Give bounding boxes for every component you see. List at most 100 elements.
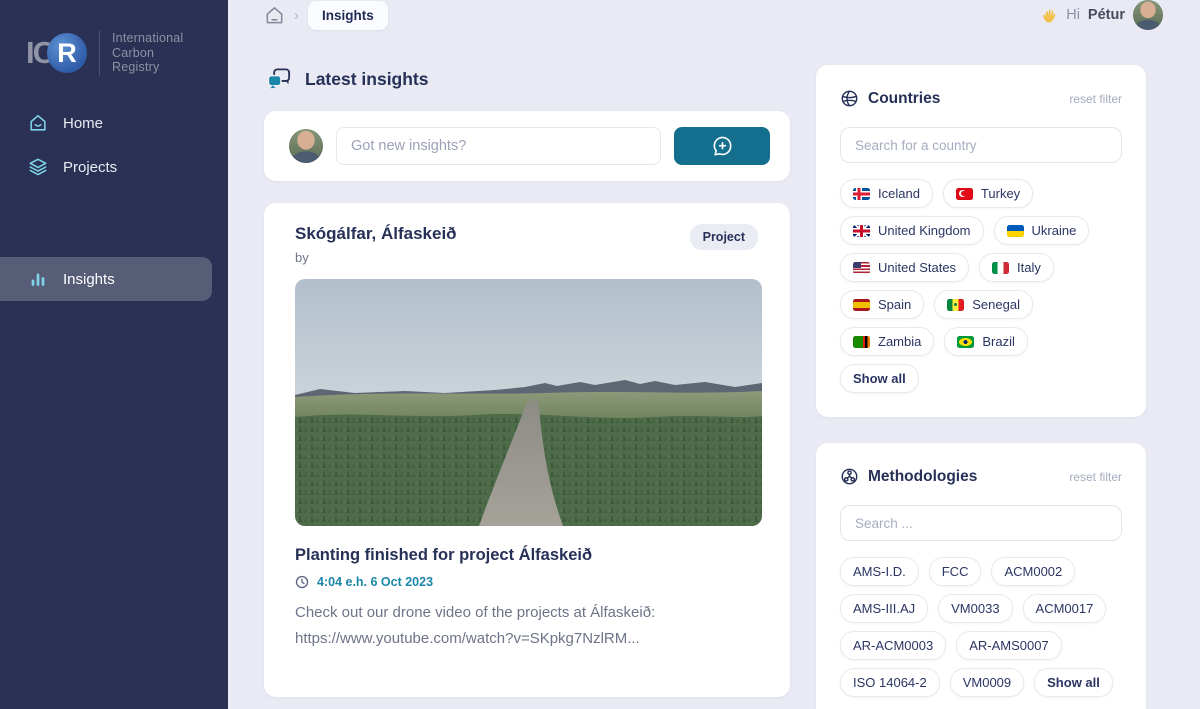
greeting-text: Hi [1066, 7, 1080, 23]
chip-label: ACM0017 [1036, 601, 1094, 616]
sidebar-item-label: Home [63, 115, 103, 132]
country-chip-ua[interactable]: Ukraine [994, 216, 1090, 245]
post-body-line1: Check out our drone video of the project… [295, 604, 655, 621]
methodologies-show-all-button[interactable]: Show all [1034, 668, 1113, 697]
methodology-chip[interactable]: AR-AMS0007 [956, 631, 1061, 660]
icr-logo-mark: IC R [26, 33, 87, 73]
chip-label: Brazil [982, 334, 1015, 349]
methodology-chip[interactable]: AMS-I.D. [840, 557, 919, 586]
post-insight-button[interactable] [674, 127, 770, 165]
content: Latest insights Skógálfa [264, 30, 1200, 709]
methodologies-panel: Methodologies reset filter AMS-I.D. FCC AC… [816, 443, 1146, 709]
flag-gb-icon [853, 225, 870, 237]
post-byline: by [295, 250, 457, 265]
methodology-chip[interactable]: AMS-III.AJ [840, 594, 928, 623]
country-search-input[interactable] [840, 127, 1122, 163]
chip-label: Turkey [981, 186, 1020, 201]
country-chip-zm[interactable]: Zambia [840, 327, 934, 356]
clock-icon [295, 575, 309, 589]
chip-label: FCC [942, 564, 969, 579]
flag-sn-icon [947, 299, 964, 311]
sidebar-item-label: Projects [63, 159, 117, 176]
countries-reset-filter[interactable]: reset filter [1069, 92, 1122, 106]
chip-label: AR-ACM0003 [853, 638, 933, 653]
topbar: › Insights Hi Pétur [264, 0, 1200, 30]
flag-it-icon [992, 262, 1009, 274]
methodology-chip[interactable]: FCC [929, 557, 982, 586]
user-avatar[interactable] [1133, 0, 1163, 30]
chip-label: VM0033 [951, 601, 999, 616]
flag-ua-icon [1007, 225, 1024, 237]
methodology-chip[interactable]: ACM0002 [991, 557, 1075, 586]
methodologies-reset-filter[interactable]: reset filter [1069, 470, 1122, 484]
methodologies-title: Methodologies [868, 468, 977, 486]
drone-landscape-image [295, 279, 762, 526]
chip-label: Italy [1017, 260, 1041, 275]
countries-header: Countries reset filter [840, 89, 1122, 108]
post-type-badge: Project [690, 224, 758, 250]
icr-logo[interactable]: IC R International Carbon Registry [0, 0, 228, 76]
filters-column: Countries reset filter Iceland Turkey Unit… [816, 30, 1146, 709]
new-insight-input[interactable] [336, 127, 661, 165]
sidebar-item-label: Insights [63, 271, 115, 288]
post-timestamp: 4:04 e.h. 6 Oct 2023 [317, 575, 433, 589]
app-root: IC R International Carbon Registry Home [0, 0, 1200, 709]
chip-label: Zambia [878, 334, 921, 349]
sidebar: IC R International Carbon Registry Home [0, 0, 228, 709]
section-header: Latest insights [266, 67, 790, 91]
chevron-right-icon: › [294, 7, 299, 24]
countries-show-all-button[interactable]: Show all [840, 364, 919, 393]
methodologies-header: Methodologies reset filter [840, 467, 1122, 486]
flag-tr-icon [956, 188, 973, 200]
logo-divider [99, 30, 100, 76]
country-chip-it[interactable]: Italy [979, 253, 1054, 282]
username: Pétur [1088, 7, 1125, 23]
chip-label: Ukraine [1032, 223, 1077, 238]
chip-label: VM0009 [963, 675, 1011, 690]
sidebar-item-projects[interactable]: Projects [0, 145, 228, 189]
countries-panel: Countries reset filter Iceland Turkey Unit… [816, 65, 1146, 417]
insight-post-card: Skógálfar, Álfaskeið by Project [264, 203, 790, 697]
chip-label: ISO 14064-2 [853, 675, 927, 690]
breadcrumb-current[interactable]: Insights [308, 1, 388, 30]
methodology-search-input[interactable] [840, 505, 1122, 541]
post-timestamp-row: 4:04 e.h. 6 Oct 2023 [295, 575, 758, 589]
country-chip-is[interactable]: Iceland [840, 179, 933, 208]
insight-composer [264, 111, 790, 181]
country-chip-us[interactable]: United States [840, 253, 969, 282]
sidebar-item-home[interactable]: Home [0, 101, 228, 145]
chip-label: United Kingdom [878, 223, 971, 238]
bubble-plus-icon [711, 135, 734, 158]
methodology-network-icon [840, 467, 859, 486]
post-body: Check out our drone video of the project… [295, 600, 758, 652]
country-chips: Iceland Turkey United Kingdom Ukraine United… [840, 179, 1122, 356]
methodology-chip[interactable]: ACM0017 [1023, 594, 1107, 623]
chip-label: Senegal [972, 297, 1020, 312]
methodology-chip[interactable]: VM0033 [938, 594, 1012, 623]
flag-br-icon [957, 336, 974, 348]
sidebar-item-insights[interactable]: Insights [0, 257, 212, 301]
waving-hand-icon [1041, 7, 1058, 24]
flag-es-icon [853, 299, 870, 311]
globe-icon [840, 89, 859, 108]
logo-wordmark: International Carbon Registry [112, 31, 183, 75]
methodology-chip[interactable]: AR-ACM0003 [840, 631, 946, 660]
chip-label: Iceland [878, 186, 920, 201]
methodology-chip[interactable]: ISO 14064-2 [840, 668, 940, 697]
methodology-chip[interactable]: VM0009 [950, 668, 1024, 697]
countries-show-all-row: Show all [840, 364, 1122, 393]
main-area: › Insights Hi Pétur [228, 0, 1200, 709]
breadcrumb-home-icon[interactable] [264, 5, 285, 26]
post-body-link: https://www.youtube.com/watch?v=SKpkg7Nz… [295, 630, 640, 647]
country-chip-es[interactable]: Spain [840, 290, 924, 319]
flag-is-icon [853, 188, 870, 200]
country-chip-sn[interactable]: Senegal [934, 290, 1033, 319]
sidebar-nav: Home Projects Insights [0, 101, 228, 301]
country-chip-br[interactable]: Brazil [944, 327, 1028, 356]
chip-label: AR-AMS0007 [969, 638, 1048, 653]
chip-label: Show all [1047, 675, 1100, 690]
country-chip-gb[interactable]: United Kingdom [840, 216, 984, 245]
country-chip-tr[interactable]: Turkey [943, 179, 1033, 208]
chip-label: ACM0002 [1004, 564, 1062, 579]
post-header: Skógálfar, Álfaskeið by Project [295, 224, 758, 265]
